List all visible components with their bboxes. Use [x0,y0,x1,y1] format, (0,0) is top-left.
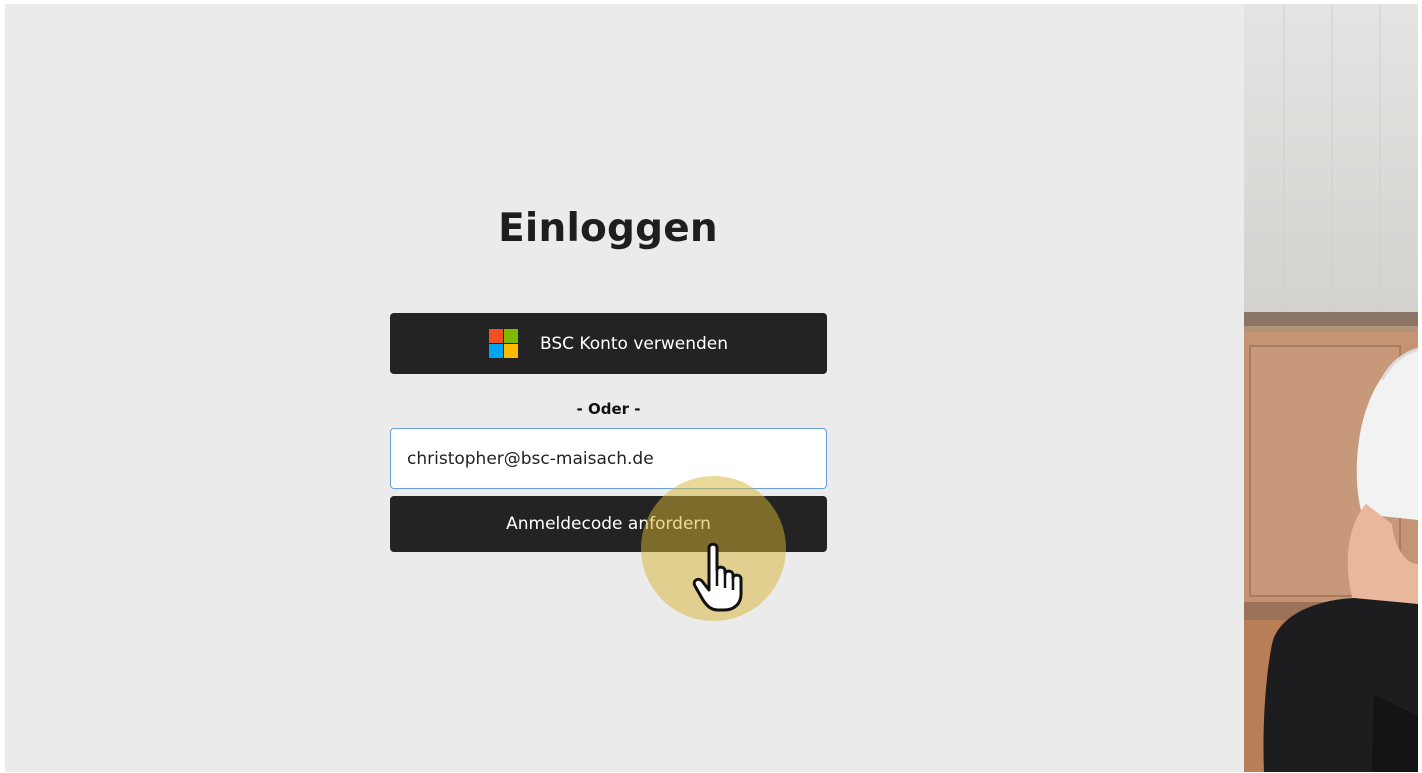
browser-viewport: Einloggen BSC Konto verwenden - Oder - A… [5,4,1418,772]
login-panel: Einloggen BSC Konto verwenden - Oder - A… [5,4,1244,772]
request-code-button[interactable]: Anmeldecode anfordern [390,496,827,552]
microsoft-login-label: BSC Konto verwenden [539,333,729,354]
microsoft-logo-icon [488,329,518,358]
email-field[interactable] [390,428,827,489]
or-divider: - Oder - [576,400,641,418]
side-photo-image [1244,4,1418,772]
side-photo [1244,4,1418,772]
page-title: Einloggen [498,206,718,251]
microsoft-login-button[interactable]: BSC Konto verwenden [390,313,827,374]
request-code-label: Anmeldecode anfordern [506,514,711,534]
